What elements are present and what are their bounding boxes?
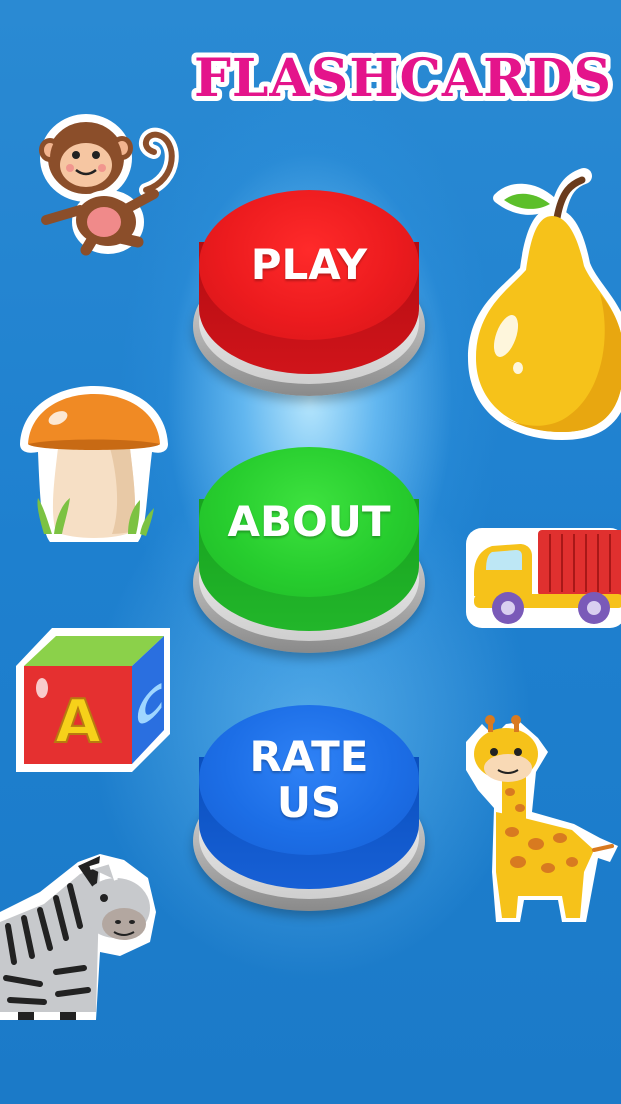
play-button[interactable]: PLAY <box>193 190 425 402</box>
monkey-icon <box>39 114 179 256</box>
giraffe-sticker <box>462 712 620 926</box>
pear-icon <box>468 168 621 440</box>
app-title: FLASHCARDS <box>188 40 618 120</box>
app-title-text: FLASHCARDS <box>194 48 612 109</box>
truck-icon <box>466 528 621 628</box>
about-button-label: ABOUT <box>227 497 391 546</box>
abc-block-icon: A C <box>16 628 170 772</box>
app-title-graphic: FLASHCARDS <box>189 43 616 114</box>
about-button[interactable]: ABOUT <box>193 447 425 659</box>
mushroom-icon <box>20 386 168 542</box>
play-button-label: PLAY <box>250 240 368 289</box>
pear-sticker <box>462 168 621 448</box>
main-menu-screen: FLASHCARDS A C PLAY ABOUT RATE US <box>0 0 621 1104</box>
abc-block-sticker: A C <box>14 626 172 774</box>
rate-us-button[interactable]: RATE US <box>193 705 425 917</box>
block-letter-front: A <box>55 687 102 757</box>
zebra-sticker <box>0 852 160 1022</box>
rate-us-button-label: RATE US <box>249 732 369 827</box>
monkey-sticker <box>28 110 188 260</box>
truck-sticker <box>466 522 621 634</box>
mushroom-sticker <box>14 382 174 552</box>
zebra-icon <box>0 854 156 1020</box>
giraffe-icon <box>466 715 618 922</box>
